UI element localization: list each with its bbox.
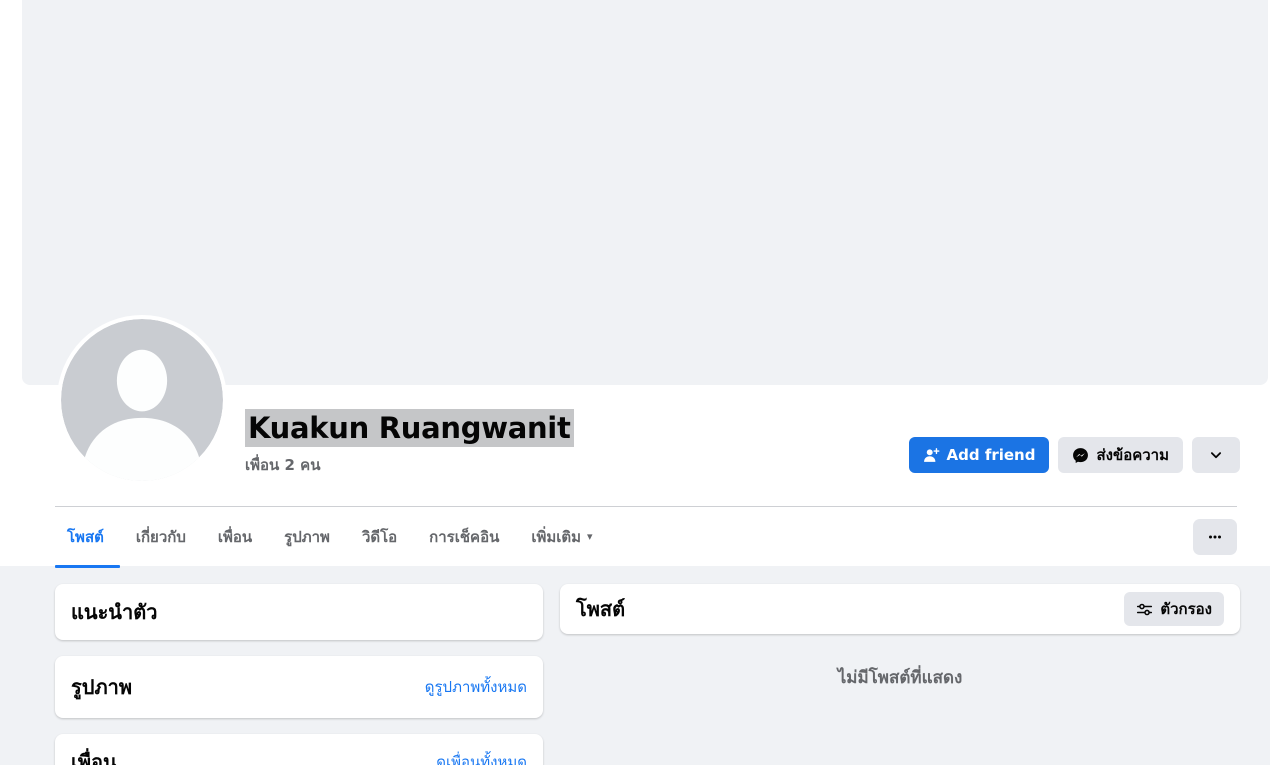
send-message-label: ส่งข้อความ bbox=[1096, 446, 1169, 464]
default-avatar-icon bbox=[61, 319, 223, 481]
profile-tab-bar: โพสต์ เกี่ยวกับ เพื่อน รูปภาพ วิดีโอ การ… bbox=[55, 506, 1237, 568]
tab-about[interactable]: เกี่ยวกับ bbox=[120, 507, 202, 567]
tab-friends-label: เพื่อน bbox=[217, 527, 253, 546]
posts-filter-label: ตัวกรอง bbox=[1160, 600, 1212, 618]
photos-card-title: รูปภาพ bbox=[71, 675, 133, 699]
see-all-photos-link[interactable]: ดูรูปภาพทั้งหมด bbox=[425, 675, 527, 699]
friends-card: เพื่อน ดูเพื่อนทั้งหมด bbox=[55, 734, 543, 765]
tab-about-label: เกี่ยวกับ bbox=[135, 527, 186, 546]
more-profile-actions-button[interactable] bbox=[1192, 437, 1240, 473]
profile-action-buttons: Add friend ส่งข้อความ bbox=[908, 437, 1240, 473]
posts-column: โพสต์ ตัวกรอง ไม่มีโพสต์ที่แสดง bbox=[560, 584, 1240, 691]
profile-name: Kuakun Ruangwanit bbox=[245, 409, 574, 447]
intro-card: แนะนำตัว bbox=[55, 584, 543, 640]
no-posts-message: ไม่มีโพสต์ที่แสดง bbox=[837, 668, 963, 688]
see-all-friends-link[interactable]: ดูเพื่อนทั้งหมด bbox=[436, 750, 527, 765]
profile-body: แนะนำตัว รูปภาพ ดูรูปภาพทั้งหมด เพื่อน ด… bbox=[0, 566, 1270, 765]
tab-friends[interactable]: เพื่อน bbox=[202, 507, 268, 567]
add-friend-button[interactable]: Add friend bbox=[908, 437, 1050, 473]
tab-overflow-button[interactable] bbox=[1193, 518, 1237, 555]
chevron-down-icon bbox=[1207, 446, 1225, 464]
messenger-icon bbox=[1072, 447, 1089, 464]
tab-checkins[interactable]: การเช็คอิน bbox=[413, 507, 515, 567]
friends-card-title: เพื่อน bbox=[71, 750, 117, 765]
profile-top-section: Kuakun Ruangwanit เพื่อน 2 คน Add friend bbox=[0, 0, 1270, 568]
profile-avatar[interactable] bbox=[57, 315, 227, 485]
tab-more-label: เพิ่มเติม bbox=[531, 527, 582, 546]
profile-identity: Kuakun Ruangwanit เพื่อน 2 คน bbox=[245, 409, 574, 477]
friends-count[interactable]: เพื่อน 2 คน bbox=[245, 453, 574, 477]
tab-videos-label: วิดีโอ bbox=[361, 527, 398, 546]
intro-card-title: แนะนำตัว bbox=[71, 600, 158, 624]
posts-card-title: โพสต์ bbox=[576, 597, 626, 621]
photos-card: รูปภาพ ดูรูปภาพทั้งหมด bbox=[55, 656, 543, 718]
ellipsis-icon bbox=[1206, 528, 1224, 546]
tab-posts[interactable]: โพสต์ bbox=[55, 507, 120, 568]
posts-filter-button[interactable]: ตัวกรอง bbox=[1124, 592, 1224, 626]
profile-header: Kuakun Ruangwanit เพื่อน 2 คน Add friend bbox=[22, 315, 1268, 506]
filters-sliders-icon bbox=[1136, 601, 1153, 618]
tab-posts-label: โพสต์ bbox=[67, 527, 104, 546]
caret-down-icon: ▾ bbox=[587, 530, 593, 543]
send-message-button[interactable]: ส่งข้อความ bbox=[1058, 437, 1183, 473]
posts-header-card: โพสต์ ตัวกรอง bbox=[560, 584, 1240, 634]
tab-videos[interactable]: วิดีโอ bbox=[346, 507, 413, 567]
person-add-icon bbox=[923, 447, 940, 464]
tab-checkins-label: การเช็คอิน bbox=[429, 527, 500, 546]
tab-photos-label: รูปภาพ bbox=[284, 527, 330, 546]
profile-sidebar: แนะนำตัว รูปภาพ ดูรูปภาพทั้งหมด เพื่อน ด… bbox=[55, 584, 543, 765]
tab-more[interactable]: เพิ่มเติม ▾ bbox=[515, 507, 608, 567]
tab-photos[interactable]: รูปภาพ bbox=[268, 507, 346, 567]
add-friend-label: Add friend bbox=[946, 446, 1036, 464]
